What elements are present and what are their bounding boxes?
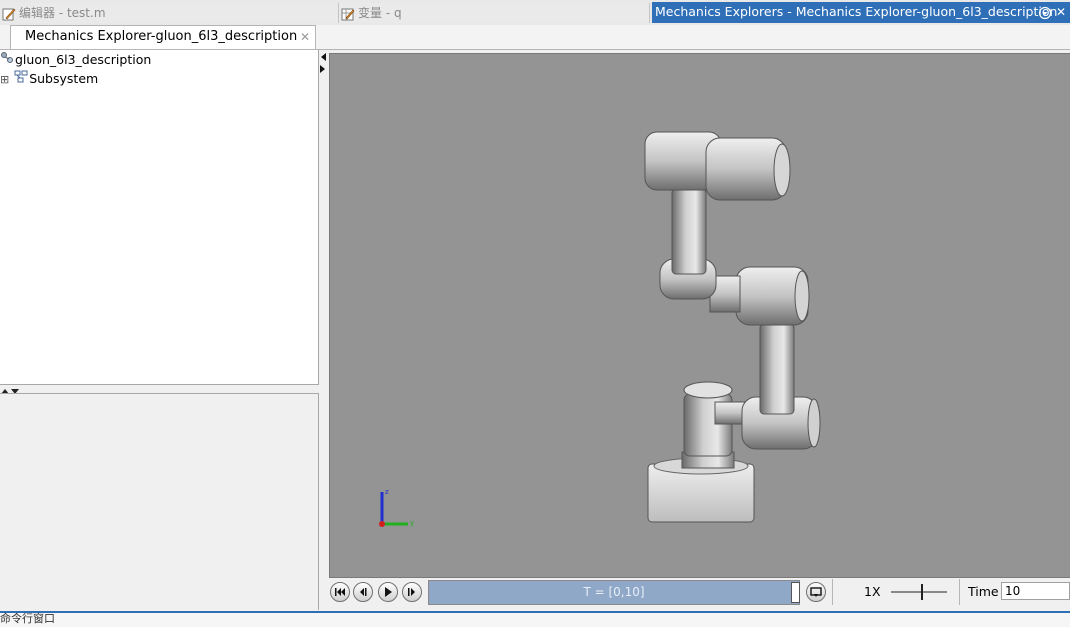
playback-bar: T = [0,10] 1X Time: [329, 578, 1070, 609]
svg-text:y: y: [410, 519, 414, 527]
axis-triad-icon: z y: [379, 488, 414, 527]
divider: [959, 579, 960, 605]
tab-variable[interactable]: 变量 - q: [339, 3, 650, 23]
speed-slider[interactable]: [891, 583, 947, 601]
time-input[interactable]: [1001, 582, 1070, 600]
play-icon[interactable]: [378, 582, 398, 602]
tab-mechanics-explorers[interactable]: Mechanics Explorers - Mechanics Explorer…: [652, 2, 1070, 23]
editor-icon: [2, 7, 16, 21]
step-forward-icon[interactable]: [402, 582, 422, 602]
tree-item-root[interactable]: gluon_6l3_description: [0, 51, 151, 69]
divider: [832, 579, 833, 605]
tree-item-subsystem[interactable]: ⊞ Subsystem: [0, 70, 98, 88]
tab-editor[interactable]: 编辑器 - test.m: [0, 3, 339, 23]
properties-panel: [0, 393, 319, 610]
command-window-label: 命令行窗口: [0, 612, 55, 625]
3d-viewport[interactable]: z y: [329, 53, 1070, 578]
tab-mechanics-explorer[interactable]: Mechanics Explorer-gluon_6l3_description…: [10, 25, 316, 49]
model-tree: gluon_6l3_description ⊞ Subsystem: [0, 50, 319, 385]
collapse-panel-button[interactable]: [319, 50, 327, 78]
close-icon[interactable]: ✕: [1056, 2, 1066, 22]
dropdown-circle-icon[interactable]: [1038, 2, 1052, 22]
time-range-label: T = [0,10]: [583, 585, 645, 599]
tree-item-root-label: gluon_6l3_description: [15, 52, 152, 67]
model-icon: [0, 51, 15, 70]
sub-tab-label: Mechanics Explorer-gluon_6l3_description: [25, 29, 298, 44]
speed-label: 1X: [864, 584, 881, 599]
expand-icon[interactable]: ⊞: [0, 73, 9, 86]
tree-item-subsystem-label: Subsystem: [29, 71, 99, 86]
active-window-title: Mechanics Explorers - Mechanics Explorer…: [655, 4, 1058, 19]
timeline-handle[interactable]: [791, 582, 800, 603]
tab-editor-label: 编辑器 - test.m: [19, 6, 106, 20]
variable-icon: [341, 7, 355, 21]
panel-splitter[interactable]: [0, 385, 318, 394]
timeline-slider[interactable]: T = [0,10]: [428, 580, 800, 605]
step-back-icon[interactable]: [353, 582, 373, 602]
tab-variable-label: 变量 - q: [358, 6, 402, 20]
subsystem-icon: [13, 70, 29, 89]
robot-arm-model: z y: [379, 131, 821, 527]
skip-to-start-icon[interactable]: [330, 582, 350, 602]
loop-icon[interactable]: [806, 582, 826, 602]
close-icon[interactable]: ✕: [300, 26, 310, 48]
svg-text:z: z: [385, 488, 389, 496]
time-label: Time: [968, 584, 999, 599]
